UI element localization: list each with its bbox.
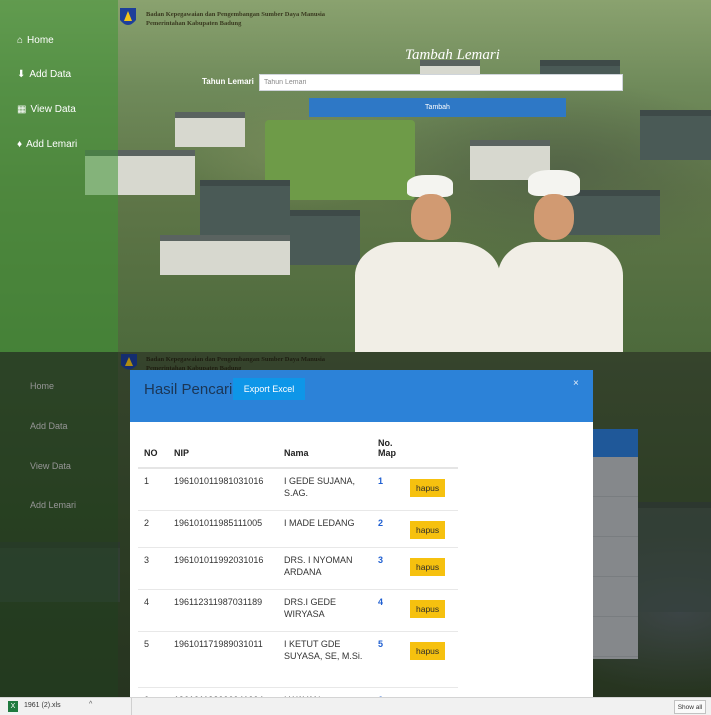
background-building	[160, 235, 290, 275]
home-icon: ⌂	[17, 35, 24, 46]
cell-nip: 196101011992031016	[168, 546, 278, 589]
organization-name: Badan Kepegawaian dan Pengembangan Sumbe…	[146, 11, 326, 27]
excel-file-icon: X	[8, 701, 18, 712]
table-header-row: NO NIP Nama No. Map	[138, 422, 458, 469]
sidebar-item-label: Add Data	[29, 69, 72, 80]
cell-no-map[interactable]: 1	[372, 467, 404, 510]
table-icon: ▦	[17, 104, 27, 115]
cell-nip: 196101192006041004	[168, 686, 278, 697]
cell-action: hapus	[404, 588, 458, 631]
column-header-no-map: No. Map	[372, 422, 404, 469]
download-bar: X 1961 (2).xls ^ Show all	[0, 697, 711, 715]
column-header-action	[404, 422, 458, 469]
badung-logo-icon	[120, 8, 136, 25]
background-building	[640, 110, 711, 160]
cell-no-map[interactable]: 4	[372, 588, 404, 631]
cell-action: hapus	[404, 686, 458, 697]
cell-no-map[interactable]: 3	[372, 546, 404, 589]
cell-no-map[interactable]: 2	[372, 509, 404, 547]
export-excel-button[interactable]: Export Excel	[233, 378, 305, 400]
table-row: 6 196101192006041004 I WAYAN 6 hapus	[138, 686, 458, 697]
hapus-button[interactable]: hapus	[410, 520, 446, 539]
cell-nama: I KETUT GDE SUYASA, SE, M.Si.	[278, 630, 372, 687]
chevron-up-icon[interactable]: ^	[89, 701, 92, 708]
sidebar-item-label: Home	[27, 35, 54, 46]
cell-no-map[interactable]: 6	[372, 686, 404, 697]
background-building	[290, 210, 360, 265]
cell-nip: 196112311987031189	[168, 588, 278, 631]
table-row: 5 196101171989031011 I KETUT GDE SUYASA,…	[138, 630, 458, 687]
sidebar-item-label: View Data	[30, 104, 76, 115]
column-header-no: NO	[138, 422, 168, 469]
cell-no-map[interactable]: 5	[372, 630, 404, 687]
sidebar-item-add-lemari[interactable]: ♦ Add Lemari	[17, 139, 77, 150]
hapus-button[interactable]: hapus	[410, 479, 446, 497]
show-all-button[interactable]: Show all	[674, 700, 706, 714]
table-row: 4 196112311987031189 DRS.I GEDE WIRYASA …	[138, 588, 458, 631]
form-title: Tambah Lemari	[405, 47, 500, 63]
cell-nip: 196101171989031011	[168, 630, 278, 687]
view-data-page: Home Add Data View Data Add Lemari Badan…	[0, 352, 711, 697]
cell-nama: DRS.I GEDE WIRYASA	[278, 588, 372, 631]
cell-action: hapus	[404, 467, 458, 510]
cell-nama: I WAYAN	[278, 686, 372, 697]
hapus-button[interactable]: hapus	[410, 599, 446, 618]
cell-no: 5	[138, 630, 168, 687]
cell-nip: 196101011981031016	[168, 467, 278, 510]
cell-no: 4	[138, 588, 168, 631]
sidebar: ⌂ Home ⬇ Add Data ▦ View Data ♦ Add Lema…	[0, 0, 118, 352]
table-row: 3 196101011992031016 DRS. I NYOMAN ARDAN…	[138, 546, 458, 589]
table-row: 2 196101011985111005 I MADE LEDANG 2 hap…	[138, 509, 458, 547]
column-header-nip: NIP	[168, 422, 278, 469]
close-icon[interactable]: ×	[573, 378, 579, 389]
cell-action: hapus	[404, 546, 458, 589]
table-row: 1 196101011981031016 I GEDE SUJANA, S.AG…	[138, 467, 458, 510]
official-right-photo	[498, 168, 623, 352]
cell-no: 2	[138, 509, 168, 547]
background-building	[175, 112, 245, 147]
tahun-lemari-label: Tahun Lemari	[202, 77, 254, 86]
add-lemari-page: ⌂ Home ⬇ Add Data ▦ View Data ♦ Add Lema…	[0, 0, 711, 352]
column-header-nama: Nama	[278, 422, 372, 469]
modal-header: Hasil Pencarian Export Excel ×	[130, 370, 593, 422]
background-building	[200, 180, 290, 240]
cell-nama: DRS. I NYOMAN ARDANA	[278, 546, 372, 589]
download-file-name[interactable]: 1961 (2).xls	[24, 702, 61, 709]
download-icon: ⬇	[17, 69, 26, 80]
official-left-photo	[355, 170, 500, 352]
sidebar-item-label: Add Lemari	[26, 139, 78, 150]
cell-action: hapus	[404, 630, 458, 687]
tahun-lemari-input[interactable]	[259, 74, 623, 91]
hapus-button[interactable]: hapus	[410, 557, 446, 576]
cell-no: 1	[138, 467, 168, 510]
cell-nip: 196101011985111005	[168, 509, 278, 547]
sidebar-item-home[interactable]: ⌂ Home	[17, 35, 54, 46]
sidebar-item-view-data[interactable]: ▦ View Data	[17, 104, 76, 115]
hapus-button[interactable]: hapus	[410, 641, 446, 660]
cell-nama: I MADE LEDANG	[278, 509, 372, 547]
search-results-modal: Hasil Pencarian Export Excel × NO NIP Na…	[130, 370, 593, 697]
cell-nama: I GEDE SUJANA, S.AG.	[278, 467, 372, 510]
tambah-button[interactable]: Tambah	[309, 98, 566, 117]
cell-action: hapus	[404, 509, 458, 547]
results-table: NO NIP Nama No. Map 1 196101011981031016…	[138, 422, 458, 697]
cell-no: 6	[138, 686, 168, 697]
cell-no: 3	[138, 546, 168, 589]
pin-icon: ♦	[17, 139, 23, 150]
sidebar-item-add-data[interactable]: ⬇ Add Data	[17, 69, 71, 80]
divider	[131, 698, 132, 715]
